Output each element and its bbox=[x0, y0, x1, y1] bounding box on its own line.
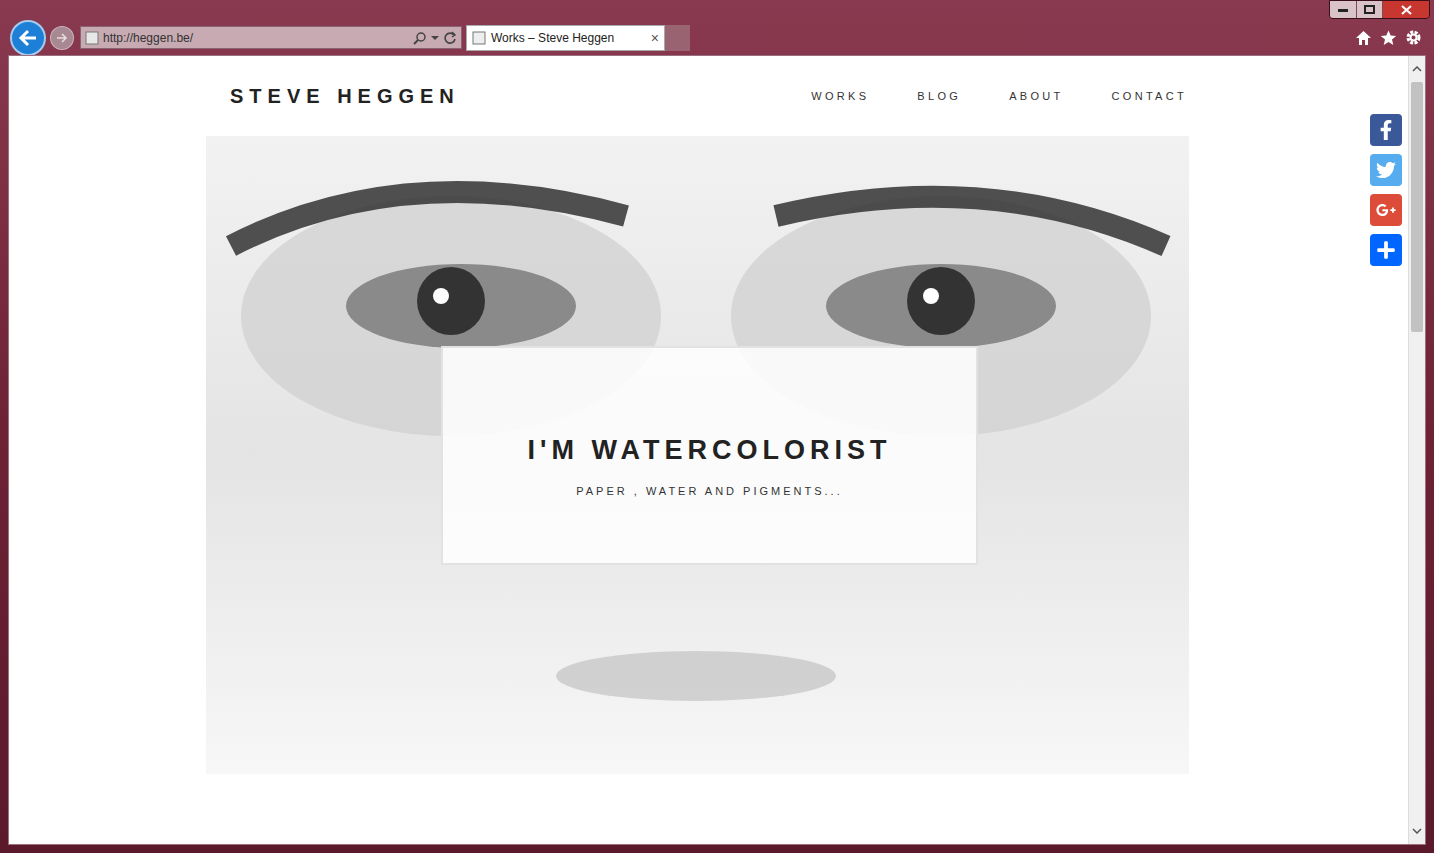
twitter-icon bbox=[1376, 160, 1396, 180]
scroll-thumb[interactable] bbox=[1411, 82, 1423, 332]
window-controls bbox=[1329, 0, 1430, 19]
scroll-up-button[interactable] bbox=[1409, 56, 1425, 82]
tab-title: Works – Steve Heggen bbox=[491, 29, 646, 47]
new-tab-button[interactable] bbox=[665, 25, 690, 51]
address-bar[interactable]: http://heggen.be/ bbox=[80, 26, 462, 49]
site-header: STEVE HEGGEN WORKS BLOG ABOUT CONTACT bbox=[9, 56, 1408, 136]
maximize-icon bbox=[1364, 5, 1375, 14]
back-button[interactable] bbox=[10, 20, 46, 56]
hero-painting: I'M WATERCOLORIST PAPER , WATER AND PIGME… bbox=[206, 136, 1189, 774]
site-logo[interactable]: STEVE HEGGEN bbox=[230, 81, 460, 111]
nav-item[interactable]: ABOUT bbox=[1009, 88, 1063, 105]
site-nav: WORKS BLOG ABOUT CONTACT bbox=[811, 88, 1187, 105]
viewport: STEVE HEGGEN WORKS BLOG ABOUT CONTACT I'M WAT… bbox=[8, 55, 1426, 845]
settings-gear-icon[interactable] bbox=[1405, 29, 1422, 46]
forward-arrow-icon bbox=[56, 33, 68, 43]
favorites-star-icon[interactable] bbox=[1380, 30, 1397, 46]
refresh-icon bbox=[443, 31, 457, 45]
scroll-track bbox=[1409, 82, 1425, 818]
close-icon bbox=[1401, 5, 1412, 15]
web-page: STEVE HEGGEN WORKS BLOG ABOUT CONTACT I'M WAT… bbox=[9, 56, 1408, 844]
forward-button[interactable] bbox=[50, 26, 74, 50]
facebook-icon bbox=[1376, 120, 1396, 140]
share-button[interactable] bbox=[1370, 234, 1402, 266]
tab-close-button[interactable]: × bbox=[651, 31, 659, 45]
page-icon bbox=[85, 31, 99, 45]
minimize-icon bbox=[1338, 8, 1348, 12]
nav-item[interactable]: WORKS bbox=[811, 88, 869, 105]
share-button[interactable] bbox=[1370, 114, 1402, 146]
share-bar bbox=[1370, 114, 1402, 266]
home-icon[interactable] bbox=[1355, 30, 1372, 46]
scrollbar[interactable] bbox=[1408, 56, 1425, 844]
hero-subtitle: PAPER , WATER AND PIGMENTS... bbox=[576, 483, 843, 500]
back-arrow-icon bbox=[18, 29, 38, 47]
tab-page-icon bbox=[472, 31, 486, 45]
google-plus-icon bbox=[1376, 200, 1396, 220]
share-icon bbox=[1376, 240, 1396, 260]
hero-card: I'M WATERCOLORIST PAPER , WATER AND PIGME… bbox=[441, 346, 978, 565]
browser-window: http://heggen.be/Works – Steve Heggen × ST… bbox=[0, 0, 1434, 853]
close-button[interactable] bbox=[1383, 1, 1429, 18]
scroll-down-button[interactable] bbox=[1409, 818, 1425, 844]
nav-item[interactable]: CONTACT bbox=[1112, 88, 1187, 105]
hero-title: I'M WATERCOLORIST bbox=[528, 430, 892, 471]
maximize-button[interactable] bbox=[1357, 1, 1383, 18]
nav-item[interactable]: BLOG bbox=[917, 88, 961, 105]
browser-tab[interactable]: Works – Steve Heggen × bbox=[466, 25, 665, 51]
share-button[interactable] bbox=[1370, 154, 1402, 186]
search-icon bbox=[413, 31, 427, 45]
dropdown-icon bbox=[431, 35, 439, 41]
address-text: http://heggen.be/ bbox=[103, 29, 409, 47]
up-arrow-icon bbox=[1412, 66, 1422, 72]
down-arrow-icon bbox=[1412, 828, 1422, 834]
minimize-button[interactable] bbox=[1330, 1, 1357, 18]
share-button[interactable] bbox=[1370, 194, 1402, 226]
